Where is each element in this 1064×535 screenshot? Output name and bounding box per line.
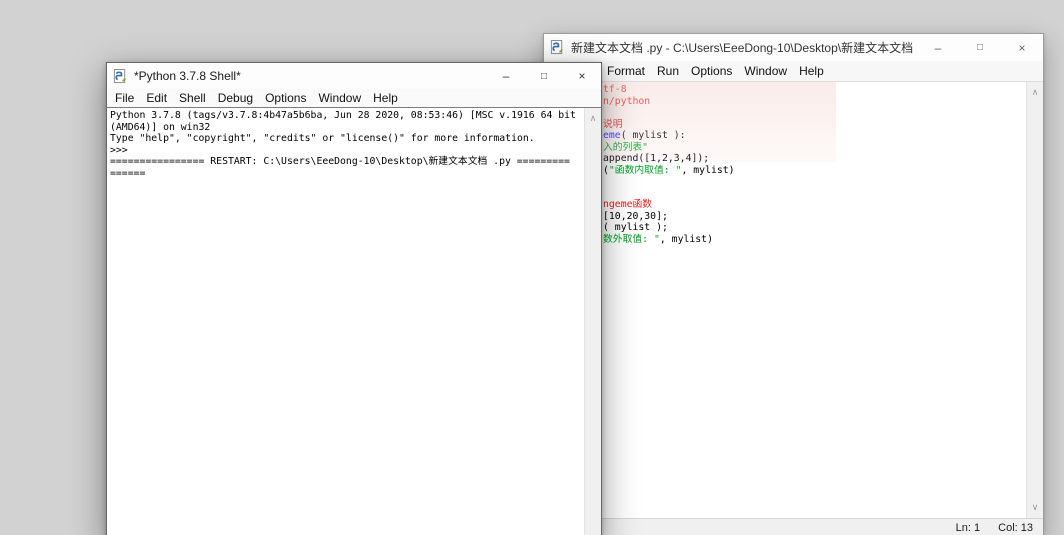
menu-item-window[interactable]: Window bbox=[312, 91, 367, 105]
desktop: 新建文本文档 .py - C:\Users\EeeDong-10\Desktop… bbox=[0, 0, 1064, 535]
editor-window-controls: – □ × bbox=[917, 34, 1043, 61]
code-line: 数外取值: ", mylist) bbox=[603, 233, 713, 245]
editor-statusbar: Ln: 1 Col: 13 bbox=[544, 518, 1043, 535]
shell-scrollbar[interactable]: ∧ bbox=[584, 108, 601, 535]
shell-window-controls: – □ × bbox=[487, 63, 601, 89]
menu-item-help[interactable]: Help bbox=[793, 64, 830, 78]
editor-titlebar[interactable]: 新建文本文档 .py - C:\Users\EeeDong-10\Desktop… bbox=[544, 34, 1043, 61]
scroll-up-icon[interactable]: ∧ bbox=[585, 111, 601, 126]
menu-item-options[interactable]: Options bbox=[259, 91, 312, 105]
shell-title: *Python 3.7.8 Shell* bbox=[134, 69, 241, 83]
scroll-up-icon[interactable]: ∧ bbox=[1027, 85, 1043, 100]
menu-item-debug[interactable]: Debug bbox=[212, 91, 259, 105]
shell-line: (AMD64)] on win32 bbox=[110, 121, 211, 133]
status-line-indicator: Ln: 1 bbox=[955, 521, 981, 534]
editor-scrollbar[interactable]: ∧ ∨ bbox=[1026, 82, 1043, 518]
menu-item-shell[interactable]: Shell bbox=[173, 91, 212, 105]
idle-file-icon bbox=[550, 40, 565, 55]
shell-text-area[interactable]: Python 3.7.8 (tags/v3.7.8:4b47a5b6ba, Ju… bbox=[107, 107, 601, 535]
code-line: append([1,2,3,4]); bbox=[603, 153, 710, 164]
menu-item-window[interactable]: Window bbox=[738, 64, 793, 78]
editor-title: 新建文本文档 .py - C:\Users\EeeDong-10\Desktop… bbox=[571, 41, 917, 55]
menu-item-edit[interactable]: Edit bbox=[140, 91, 173, 105]
shell-output: Python 3.7.8 (tags/v3.7.8:4b47a5b6ba, Ju… bbox=[107, 108, 601, 179]
menu-item-help[interactable]: Help bbox=[367, 91, 404, 105]
minimize-icon[interactable]: – bbox=[487, 63, 525, 89]
maximize-icon[interactable]: □ bbox=[525, 63, 563, 89]
menu-item-format[interactable]: Format bbox=[601, 64, 651, 78]
editor-code: tf-8 n/python 说明 eme( mylist ): 入的列表" append(… bbox=[544, 82, 1043, 245]
shell-line: >>> bbox=[110, 144, 134, 156]
editor-text-area[interactable]: tf-8 n/python 说明 eme( mylist ): 入的列表" append(… bbox=[544, 82, 1043, 518]
close-icon[interactable]: × bbox=[563, 63, 601, 89]
code-line: ( mylist ); bbox=[603, 222, 668, 233]
shell-line: Python 3.7.8 (tags/v3.7.8:4b47a5b6ba, Ju… bbox=[110, 110, 576, 121]
code-line: ngeme函数 bbox=[603, 199, 653, 210]
shell-line: ================ RESTART: C:\Users\EeeDo… bbox=[110, 156, 570, 167]
shell-window: *Python 3.7.8 Shell* – □ × File Edit Shell… bbox=[106, 62, 602, 535]
shell-titlebar[interactable]: *Python 3.7.8 Shell* – □ × bbox=[107, 63, 601, 89]
minimize-icon[interactable]: – bbox=[917, 34, 959, 61]
menu-item-run[interactable]: Run bbox=[651, 64, 685, 78]
code-line: tf-8 bbox=[603, 84, 627, 95]
idle-shell-icon bbox=[113, 68, 128, 84]
status-column-indicator: Col: 13 bbox=[998, 521, 1033, 534]
shell-line: Type "help", "copyright", "credits" or "… bbox=[110, 133, 535, 144]
code-line: n/python bbox=[603, 95, 651, 107]
code-line: ("函数内取值: ", mylist) bbox=[603, 164, 735, 176]
shell-menubar: File Edit Shell Debug Options Window Help bbox=[107, 89, 601, 107]
editor-window: 新建文本文档 .py - C:\Users\EeeDong-10\Desktop… bbox=[543, 33, 1044, 535]
menu-item-options[interactable]: Options bbox=[685, 64, 738, 78]
code-line: 说明 bbox=[603, 118, 623, 130]
code-line: eme( mylist ): bbox=[603, 130, 686, 141]
menu-item-file[interactable]: File bbox=[109, 91, 140, 105]
code-line: 入的列表" bbox=[603, 141, 649, 153]
code-line: [10,20,30]; bbox=[603, 210, 668, 222]
close-icon[interactable]: × bbox=[1001, 34, 1043, 61]
editor-menubar: Format Run Options Window Help bbox=[544, 61, 1043, 82]
scroll-down-icon[interactable]: ∨ bbox=[1027, 500, 1043, 515]
maximize-icon[interactable]: □ bbox=[959, 34, 1001, 61]
shell-line: ====== bbox=[110, 167, 146, 179]
